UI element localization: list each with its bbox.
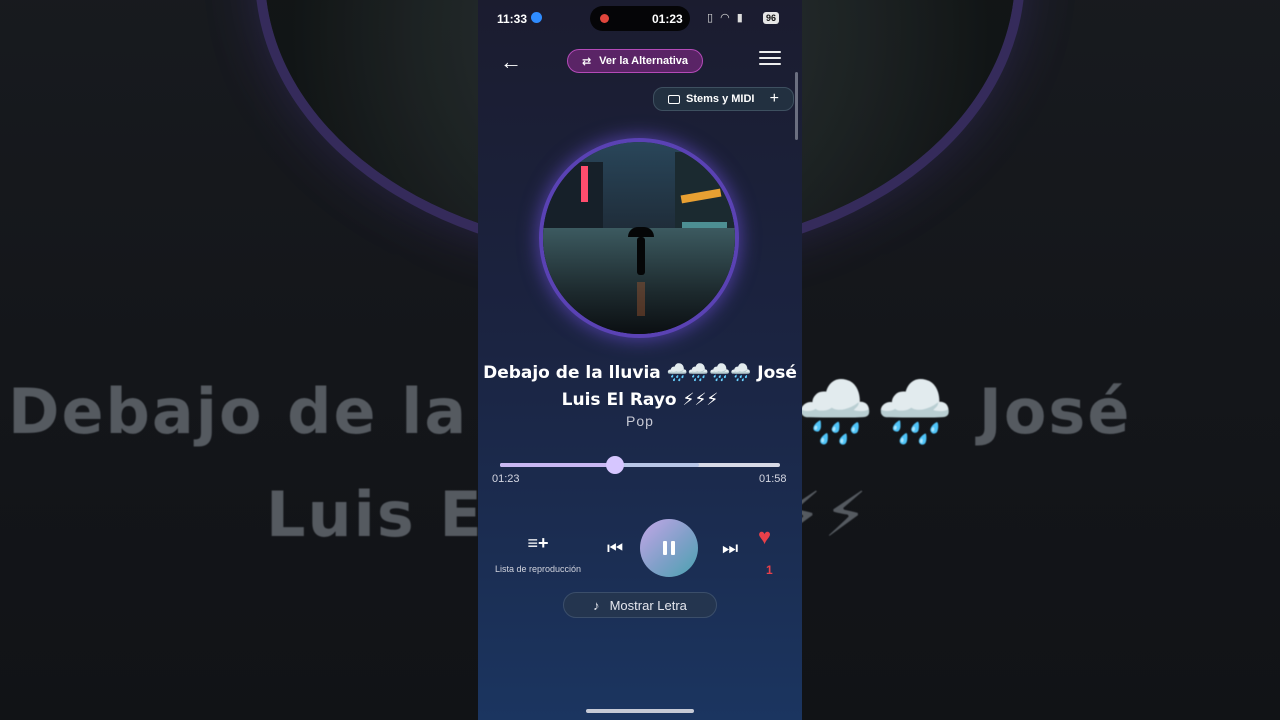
like-count: 1 [766, 563, 773, 577]
arrow-left-icon: ← [500, 49, 522, 74]
album-art [543, 142, 735, 334]
song-title: Debajo de la lluvia 🌧️🌧️🌧️🌧️ José Luis E… [483, 363, 797, 410]
music-note-icon: ♪ [593, 597, 600, 613]
recording-time: 01:23 [652, 12, 683, 26]
stems-button-label: Stems y MIDI [686, 93, 755, 105]
progress-fill [500, 463, 615, 467]
progress-thumb[interactable] [605, 456, 624, 474]
heart-icon: ♥ [758, 524, 772, 549]
home-indicator[interactable] [586, 709, 694, 713]
progress-bar[interactable] [500, 456, 780, 474]
lyrics-button-label: Mostrar Letra [609, 597, 687, 613]
playlist-add-icon: ≡+ [527, 533, 549, 553]
song-genre: Pop [626, 413, 654, 429]
current-time: 01:23 [492, 473, 520, 485]
recording-pill[interactable]: 01:23 [590, 6, 690, 31]
record-dot-icon [600, 14, 609, 23]
wifi-icon: ◠ [720, 12, 732, 24]
pause-button[interactable] [640, 519, 698, 577]
piano-icon [668, 94, 680, 104]
skip-previous-icon: ⏮ [607, 538, 624, 558]
menu-button[interactable] [759, 51, 781, 67]
status-icons: ▯ ◠ ▮ [707, 11, 745, 24]
playlist-button[interactable]: ≡+ Lista de reproducción [492, 533, 584, 574]
hamburger-icon [759, 51, 781, 53]
alt-button-label: Ver la Alternativa [599, 55, 689, 67]
status-bar: 11:33 01:23 ▯ ◠ ▮ 96 [478, 0, 802, 36]
message-notification-icon [531, 12, 542, 23]
phone-screen: 11:33 01:23 ▯ ◠ ▮ 96 ← ⇄ Ver la Alternat… [478, 0, 802, 720]
plus-icon: + [769, 90, 779, 107]
pause-icon [663, 541, 675, 555]
playlist-label: Lista de reproducción [494, 564, 582, 574]
next-button[interactable]: ⏭ [716, 537, 744, 560]
ver-alternativa-button[interactable]: ⇄ Ver la Alternativa [567, 49, 703, 73]
total-time: 01:58 [759, 473, 787, 485]
scrollbar[interactable] [795, 72, 798, 140]
previous-button[interactable]: ⏮ [601, 537, 629, 560]
vibrate-icon: ▯ [707, 12, 716, 24]
show-lyrics-button[interactable]: ♪ Mostrar Letra [563, 592, 717, 618]
stems-midi-button[interactable]: Stems y MIDI + [653, 87, 794, 111]
status-time: 11:33 [497, 12, 528, 26]
battery-indicator: 96 [763, 12, 780, 24]
back-arrow-button[interactable]: ← [494, 48, 528, 76]
skip-next-icon: ⏭ [722, 538, 739, 558]
swap-icon: ⇄ [581, 55, 592, 68]
signal-icon: ▮ [736, 12, 745, 24]
like-button[interactable]: ♥ [758, 524, 771, 550]
